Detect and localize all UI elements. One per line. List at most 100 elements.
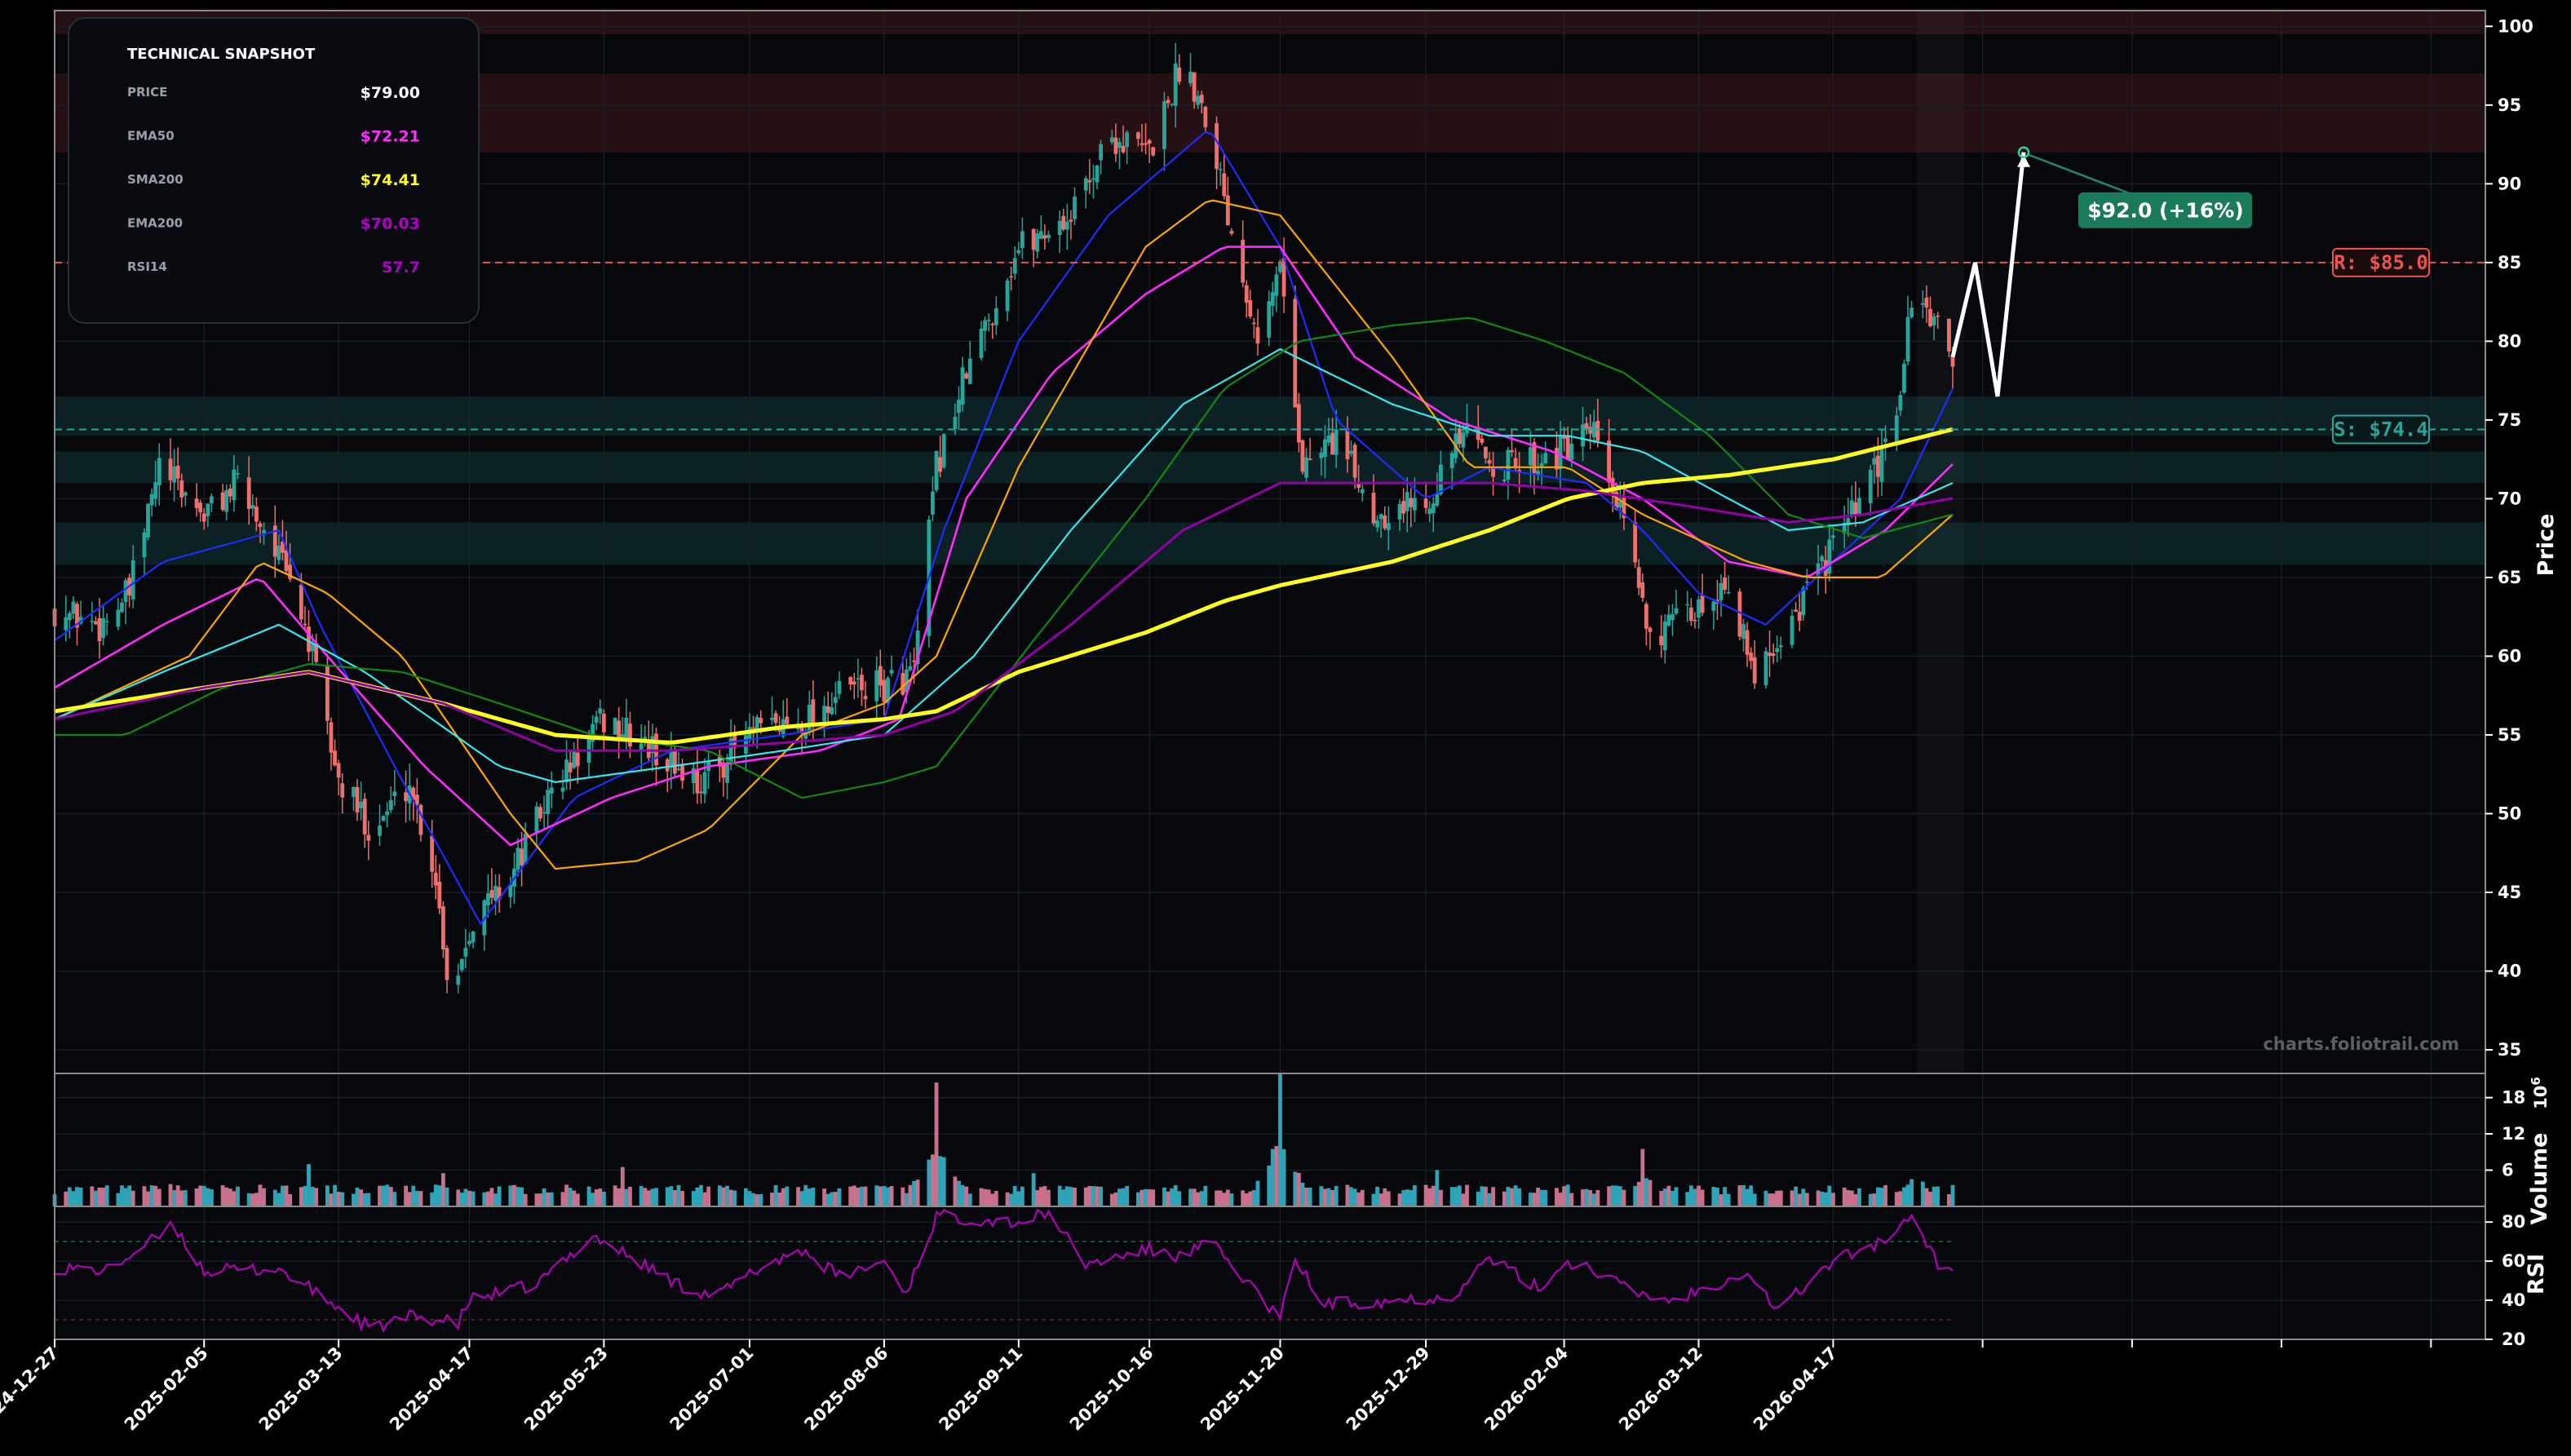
candle-body bbox=[284, 550, 289, 572]
candle-body bbox=[1697, 599, 1701, 618]
volume-bar bbox=[1640, 1148, 1645, 1206]
volume-bar bbox=[874, 1185, 879, 1206]
candle-body bbox=[1121, 145, 1126, 153]
volume-bar bbox=[414, 1191, 419, 1206]
volume-bar bbox=[209, 1189, 214, 1206]
candle-body bbox=[1726, 591, 1731, 594]
volume-bar bbox=[1607, 1186, 1611, 1206]
volume-bar bbox=[863, 1186, 868, 1206]
volume-bar bbox=[325, 1185, 330, 1206]
volume-bar bbox=[1218, 1190, 1223, 1206]
volume-bar bbox=[1868, 1193, 1873, 1206]
volume-bar bbox=[1177, 1191, 1182, 1206]
volume-bar bbox=[721, 1187, 726, 1206]
volume-bar bbox=[770, 1193, 774, 1206]
volume-bar bbox=[1737, 1185, 1742, 1206]
volume-bar bbox=[1151, 1189, 1156, 1206]
volume-bar bbox=[1274, 1145, 1279, 1206]
volume-bar bbox=[1644, 1178, 1648, 1206]
price-tick-label: 90 bbox=[2498, 174, 2521, 193]
volume-bar bbox=[90, 1186, 95, 1206]
candle-body bbox=[725, 762, 729, 783]
volume-bar bbox=[1610, 1185, 1615, 1206]
volume-bar bbox=[983, 1188, 988, 1206]
price-tick-label: 55 bbox=[2498, 725, 2521, 745]
volume-bar bbox=[672, 1189, 677, 1206]
candle-body bbox=[168, 458, 173, 480]
volume-bar bbox=[1849, 1190, 1854, 1206]
candle-body bbox=[807, 704, 812, 733]
candle-body bbox=[1797, 611, 1802, 622]
volume-bar bbox=[1700, 1189, 1705, 1206]
price-tick-label: 45 bbox=[2498, 883, 2521, 902]
resistance-tag-label: R: $85.0 bbox=[2334, 251, 2428, 274]
candle-body bbox=[355, 786, 360, 813]
candle-body bbox=[520, 848, 524, 865]
price-tick-label: 35 bbox=[2498, 1040, 2521, 1060]
volume-bar bbox=[284, 1185, 289, 1206]
volume-bar bbox=[1591, 1193, 1596, 1206]
volume-bar bbox=[825, 1193, 830, 1206]
candle-body bbox=[1064, 221, 1069, 230]
volume-bar bbox=[1144, 1188, 1148, 1206]
candle-body bbox=[1375, 520, 1379, 528]
volume-bar bbox=[1147, 1189, 1152, 1206]
candle-body bbox=[983, 320, 988, 331]
volume-bar bbox=[830, 1192, 834, 1206]
candle-body bbox=[131, 560, 135, 600]
candle-body bbox=[1113, 137, 1118, 154]
candle-body bbox=[912, 660, 916, 662]
volume-bar bbox=[340, 1192, 345, 1206]
volume-tick-label: 18 bbox=[2502, 1088, 2525, 1108]
candle-body bbox=[1319, 453, 1324, 458]
candle-body bbox=[1745, 630, 1750, 655]
volume-bar bbox=[1371, 1193, 1376, 1206]
volume-bar bbox=[848, 1186, 853, 1206]
candle-body bbox=[1617, 502, 1622, 508]
price-axis-title: Price bbox=[2533, 514, 2559, 577]
volume-bar bbox=[882, 1185, 887, 1206]
candle-body bbox=[1170, 104, 1175, 105]
candle-body bbox=[336, 763, 341, 778]
volume-bar bbox=[751, 1193, 755, 1206]
candle-body bbox=[183, 492, 188, 496]
candle-body bbox=[1794, 609, 1799, 612]
candle-body bbox=[1267, 301, 1272, 338]
volume-bar bbox=[101, 1188, 105, 1206]
candle-body bbox=[1229, 231, 1234, 234]
volume-bar bbox=[934, 1082, 939, 1206]
candle-body bbox=[856, 678, 861, 679]
volume-bar bbox=[1375, 1186, 1379, 1206]
volume-bar bbox=[1188, 1188, 1193, 1206]
candle-body bbox=[1924, 297, 1929, 308]
volume-bar bbox=[404, 1185, 408, 1206]
candle-body bbox=[198, 502, 203, 513]
volume-bar bbox=[1378, 1193, 1383, 1206]
volume-bar bbox=[1281, 1148, 1286, 1206]
volume-bar bbox=[520, 1187, 524, 1206]
candle-body bbox=[1666, 614, 1671, 626]
candle-body bbox=[1308, 458, 1312, 461]
candle-body bbox=[1920, 303, 1925, 305]
candle-body bbox=[1255, 327, 1260, 344]
volume-bar bbox=[1872, 1193, 1877, 1206]
support-zone bbox=[55, 522, 2485, 565]
candle-body bbox=[299, 585, 303, 620]
volume-bar bbox=[915, 1179, 920, 1206]
candle-body bbox=[206, 503, 210, 516]
volume-bar bbox=[123, 1188, 128, 1206]
volume-bar bbox=[1719, 1194, 1724, 1206]
candle-body bbox=[228, 489, 232, 497]
volume-bar bbox=[1099, 1186, 1104, 1206]
candle-body bbox=[250, 505, 255, 509]
candle-body bbox=[1296, 404, 1301, 443]
price-tick-label: 85 bbox=[2498, 253, 2521, 272]
support-zone bbox=[55, 451, 2485, 484]
volume-bar bbox=[1229, 1193, 1234, 1206]
candle-body bbox=[149, 493, 154, 506]
price-tick-label: 100 bbox=[2498, 16, 2533, 36]
candle-body bbox=[1449, 453, 1454, 469]
volume-bar bbox=[1797, 1193, 1802, 1206]
candle-body bbox=[209, 496, 214, 503]
volume-bar bbox=[639, 1186, 644, 1206]
